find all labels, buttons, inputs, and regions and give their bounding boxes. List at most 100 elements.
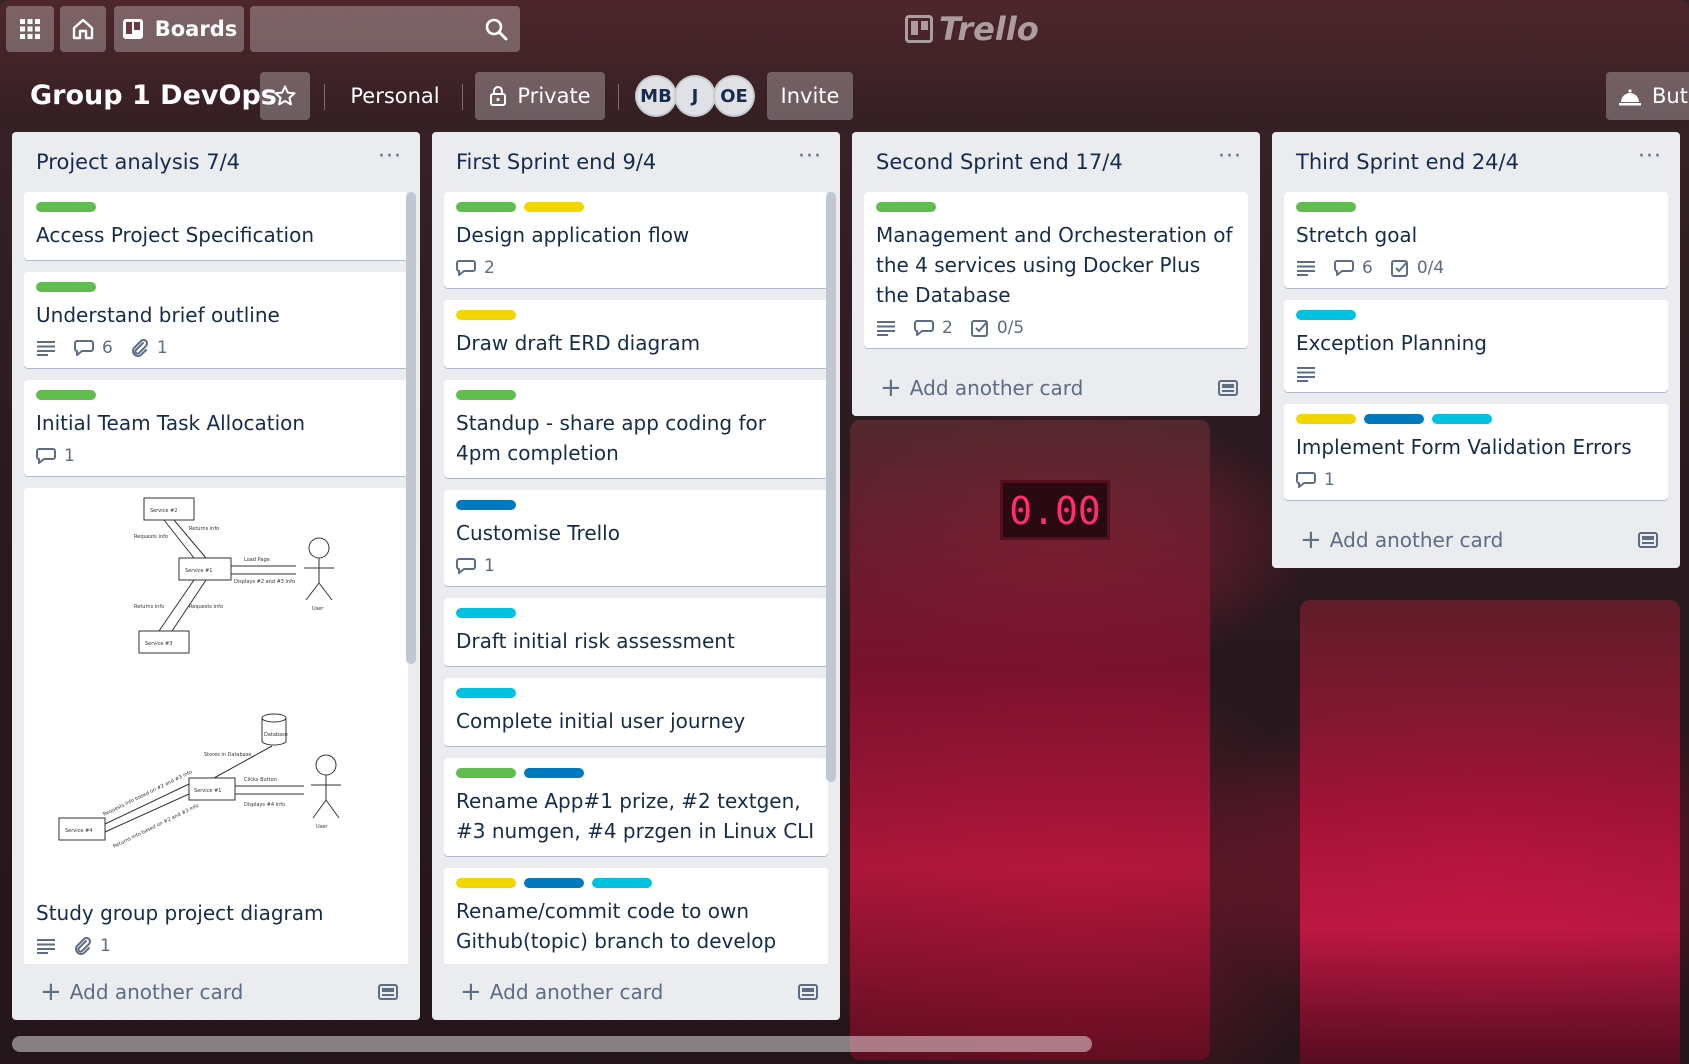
plus-icon: + xyxy=(460,977,482,1007)
visibility-button[interactable]: Private xyxy=(475,72,605,120)
description-badge xyxy=(1296,260,1316,276)
card-stretch-goal[interactable]: Stretch goal 6 0/4 xyxy=(1284,192,1668,288)
card-draw-draft-erd-diagram[interactable]: Draw draft ERD diagram xyxy=(444,300,828,368)
board-title[interactable]: Group 1 DevOps xyxy=(30,70,277,122)
card-title: Access Project Specification xyxy=(36,223,315,247)
list-header[interactable]: Project analysis 7/4 ··· xyxy=(12,132,420,192)
label-sky xyxy=(456,688,516,698)
diagram-text: Returns info xyxy=(189,526,219,532)
description-icon xyxy=(37,939,55,954)
card-access-project-specification[interactable]: Access Project Specification xyxy=(24,192,408,260)
list-header[interactable]: Third Sprint end 24/4 ··· xyxy=(1272,132,1680,192)
card-complete-initial-user-journey[interactable]: Complete initial user journey xyxy=(444,678,828,746)
list-cards: Stretch goal 6 0/4 Exception Planning Im… xyxy=(1272,192,1680,512)
list-project-analysis: Project analysis 7/4 ··· Access Project … xyxy=(12,132,420,1020)
boards-button[interactable]: Boards xyxy=(114,6,244,52)
butler-button[interactable]: Butl xyxy=(1606,72,1689,120)
butler-bell-icon xyxy=(1619,89,1641,106)
apps-grid-icon xyxy=(20,19,40,39)
background-slot-machine xyxy=(1300,600,1680,1064)
card-title: Exception Planning xyxy=(1296,331,1487,355)
list-header[interactable]: Second Sprint end 17/4 ··· xyxy=(852,132,1260,192)
comments-count: 6 xyxy=(1362,258,1373,278)
card-labels xyxy=(876,202,1236,212)
top-navigation-bar: Boards Trello xyxy=(0,0,1689,58)
invite-button[interactable]: Invite xyxy=(767,72,853,120)
card-study-group-project-diagram[interactable]: Service #2 Service #1 Service #3 User Lo… xyxy=(24,488,408,964)
card-title: Rename App#1 prize, #2 textgen, #3 numge… xyxy=(456,789,815,843)
diagram-text: Displays #4 Info xyxy=(244,802,285,808)
attachments-badge: 1 xyxy=(131,338,168,358)
label-green xyxy=(456,202,516,212)
home-button[interactable] xyxy=(60,6,106,52)
card-badges: 1 xyxy=(1296,470,1656,490)
description-icon xyxy=(1297,261,1315,276)
list-cards: Management and Orchesteration of the 4 s… xyxy=(852,192,1260,360)
add-card-label: Add another card xyxy=(489,980,664,1004)
list-menu-icon[interactable]: ··· xyxy=(1218,144,1242,169)
member-avatar[interactable]: MB xyxy=(635,75,677,117)
add-card-button[interactable]: + Add another card xyxy=(1272,512,1680,568)
label-green xyxy=(36,202,96,212)
card-draft-initial-risk-assessment[interactable]: Draft initial risk assessment xyxy=(444,598,828,666)
star-board-button[interactable] xyxy=(260,72,310,120)
comments-count: 6 xyxy=(102,338,113,358)
header-divider xyxy=(324,84,325,110)
trello-logo[interactable]: Trello xyxy=(905,8,1039,50)
card-template-icon[interactable] xyxy=(378,982,398,1006)
card-title: Rename/commit code to own Github(topic) … xyxy=(456,899,777,953)
add-card-button[interactable]: + Add another card xyxy=(852,360,1260,416)
diagram-text: Requests info xyxy=(189,604,223,610)
comments-count: 1 xyxy=(64,446,75,466)
plus-icon: + xyxy=(1300,525,1322,555)
card-labels xyxy=(456,608,816,618)
list-menu-icon[interactable]: ··· xyxy=(378,144,402,169)
list-menu-icon[interactable]: ··· xyxy=(1638,144,1662,169)
list-header[interactable]: First Sprint end 9/4 ··· xyxy=(432,132,840,192)
card-standup[interactable]: Standup - share app coding for 4pm compl… xyxy=(444,380,828,478)
add-card-button[interactable]: + Add another card xyxy=(12,964,420,1020)
checklist-count: 0/4 xyxy=(1416,258,1445,278)
card-understand-brief-outline[interactable]: Understand brief outline 6 1 xyxy=(24,272,408,368)
member-avatar[interactable]: J xyxy=(674,75,716,117)
diagram-text: Displays #2 and #3 info xyxy=(234,579,295,585)
apps-button[interactable] xyxy=(6,6,54,52)
card-management-orchestration[interactable]: Management and Orchesteration of the 4 s… xyxy=(864,192,1248,348)
list-title: Second Sprint end 17/4 xyxy=(876,150,1123,174)
checklist-badge: 0/4 xyxy=(1390,258,1445,278)
label-blue xyxy=(1364,414,1424,424)
comments-badge: 2 xyxy=(914,318,953,338)
list-scrollbar[interactable] xyxy=(826,192,836,782)
attachments-count: 1 xyxy=(100,936,111,956)
label-green xyxy=(1296,202,1356,212)
comments-badge: 1 xyxy=(1296,470,1335,490)
checklist-count: 0/5 xyxy=(996,318,1025,338)
card-cover-diagram: Service #2 Service #1 Service #3 User Lo… xyxy=(24,488,408,888)
card-rename-app[interactable]: Rename App#1 prize, #2 textgen, #3 numge… xyxy=(444,758,828,856)
board-horizontal-scrollbar[interactable] xyxy=(12,1036,1092,1052)
card-initial-team-task-allocation[interactable]: Initial Team Task Allocation 1 xyxy=(24,380,408,476)
attachments-badge: 1 xyxy=(74,936,111,956)
add-card-button[interactable]: + Add another card xyxy=(432,964,840,1020)
card-rename-commit-code[interactable]: Rename/commit code to own Github(topic) … xyxy=(444,868,828,964)
card-template-icon[interactable] xyxy=(798,982,818,1006)
list-menu-icon[interactable]: ··· xyxy=(798,144,822,169)
attachments-count: 1 xyxy=(156,338,168,358)
label-yellow xyxy=(456,310,516,320)
card-exception-planning[interactable]: Exception Planning xyxy=(1284,300,1668,392)
member-avatar[interactable]: OE xyxy=(713,75,755,117)
description-badge xyxy=(36,340,56,356)
card-design-application-flow[interactable]: Design application flow 2 xyxy=(444,192,828,288)
checklist-icon xyxy=(970,320,988,337)
diagram-text: Returns info xyxy=(134,604,164,610)
search-input[interactable] xyxy=(250,6,520,52)
card-template-icon[interactable] xyxy=(1638,530,1658,554)
card-implement-form-validation-errors[interactable]: Implement Form Validation Errors 1 xyxy=(1284,404,1668,500)
list-scrollbar[interactable] xyxy=(406,192,416,664)
card-template-icon[interactable] xyxy=(1218,378,1238,402)
comment-icon xyxy=(456,558,476,574)
card-badges: 2 0/5 xyxy=(876,318,1236,338)
card-customise-trello[interactable]: Customise Trello 1 xyxy=(444,490,828,586)
workspace-button[interactable]: Personal xyxy=(340,72,450,120)
architecture-diagram-image: Service #2 Service #1 Service #3 User Lo… xyxy=(58,497,341,850)
